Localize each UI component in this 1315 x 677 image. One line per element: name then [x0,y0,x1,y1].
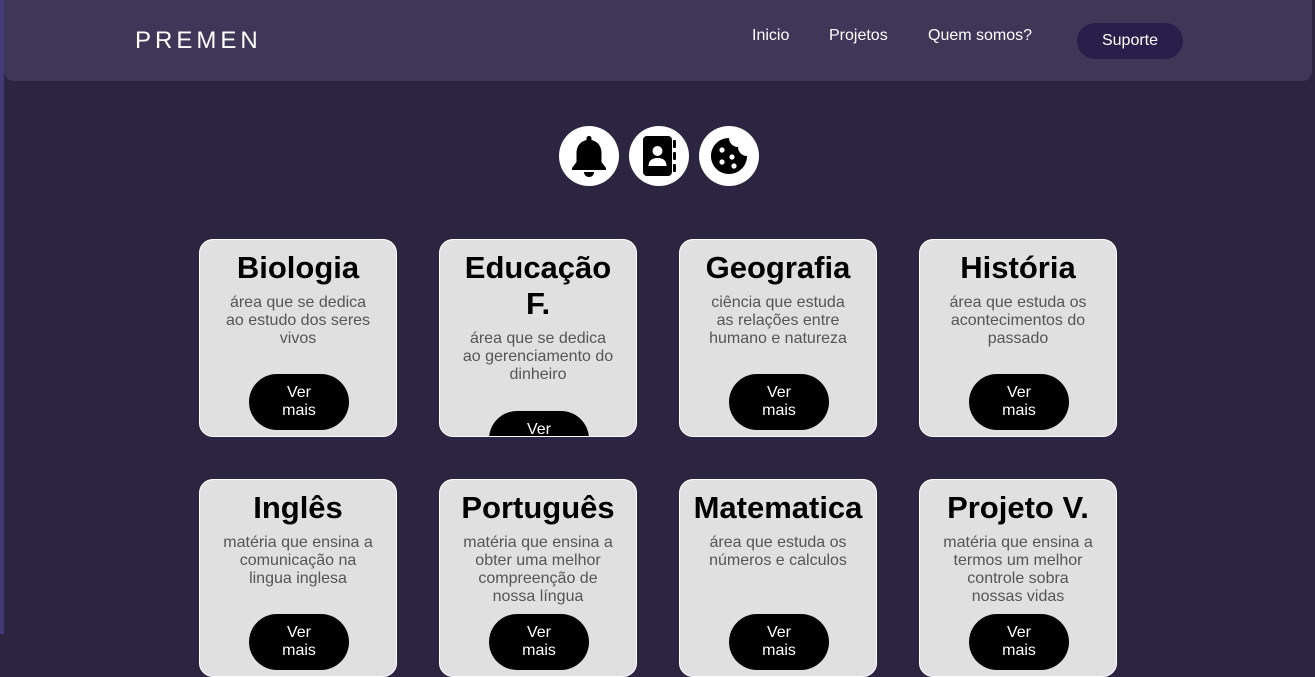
subject-card-educacao-f: Educação F. área que se dedica ao gerenc… [439,239,637,437]
card-title: História [960,250,1076,285]
subject-card-biologia: Biologia área que se dedica ao estudo do… [199,239,397,437]
subject-card-geografia: Geografia ciência que estuda as relações… [679,239,877,437]
subject-card-portugues: Português matéria que ensina a obter uma… [439,479,637,677]
left-edge-accent [0,0,4,634]
card-description: matéria que ensina a comunicação na ling… [223,534,373,587]
subject-card-ingles: Inglês matéria que ensina a comunicação … [199,479,397,677]
ver-mais-button[interactable]: Ver mais [249,614,349,670]
card-description: área que estuda os acontecimentos do pas… [949,294,1087,347]
nav-link-projetos[interactable]: Projetos [829,27,888,45]
card-description: área que estuda os números e calculos [709,534,847,569]
bell-icon [572,136,606,177]
brand-logo[interactable]: PREMEN [135,27,262,55]
ver-mais-button[interactable]: Ver mais [729,374,829,430]
ver-mais-button[interactable]: Ver mais [489,614,589,670]
subject-card-historia: História área que estuda os aconteciment… [919,239,1117,437]
ver-mais-button[interactable]: Ver mais [249,374,349,430]
ver-mais-button[interactable]: Ver mais [489,411,589,436]
bell-icon-button[interactable] [559,126,619,186]
card-description: área que se dedica ao gerenciamento do d… [462,330,614,383]
card-title: Projeto V. [947,490,1089,525]
contact-book-icon [643,136,676,176]
card-title: Português [461,490,615,525]
subject-card-matematica: Matematica área que estuda os números e … [679,479,877,677]
card-description: matéria que ensina a termos um melhor co… [943,534,1093,605]
cookie-icon [711,138,747,174]
subject-card-projeto-v: Projeto V. matéria que ensina a termos u… [919,479,1117,677]
ver-mais-button[interactable]: Ver mais [969,374,1069,430]
card-title: Matematica [693,490,863,525]
card-description: ciência que estuda as relações entre hum… [709,294,847,347]
card-title: Inglês [253,490,343,525]
ver-mais-button[interactable]: Ver mais [969,614,1069,670]
card-description: área que se dedica ao estudo dos seres v… [225,294,371,347]
card-title: Educação F. [464,250,612,321]
card-title: Geografia [705,250,851,285]
card-title: Biologia [236,250,360,285]
contact-book-icon-button[interactable] [629,126,689,186]
nav-link-quem-somos[interactable]: Quem somos? [928,27,1032,45]
card-description: matéria que ensina a obter uma melhor co… [463,534,613,605]
nav-link-inicio[interactable]: Inicio [752,27,789,45]
navbar: PREMEN Inicio Projetos Quem somos? Supor… [4,0,1312,81]
ver-mais-button[interactable]: Ver mais [729,614,829,670]
cookie-icon-button[interactable] [699,126,759,186]
support-button[interactable]: Suporte [1077,23,1183,59]
